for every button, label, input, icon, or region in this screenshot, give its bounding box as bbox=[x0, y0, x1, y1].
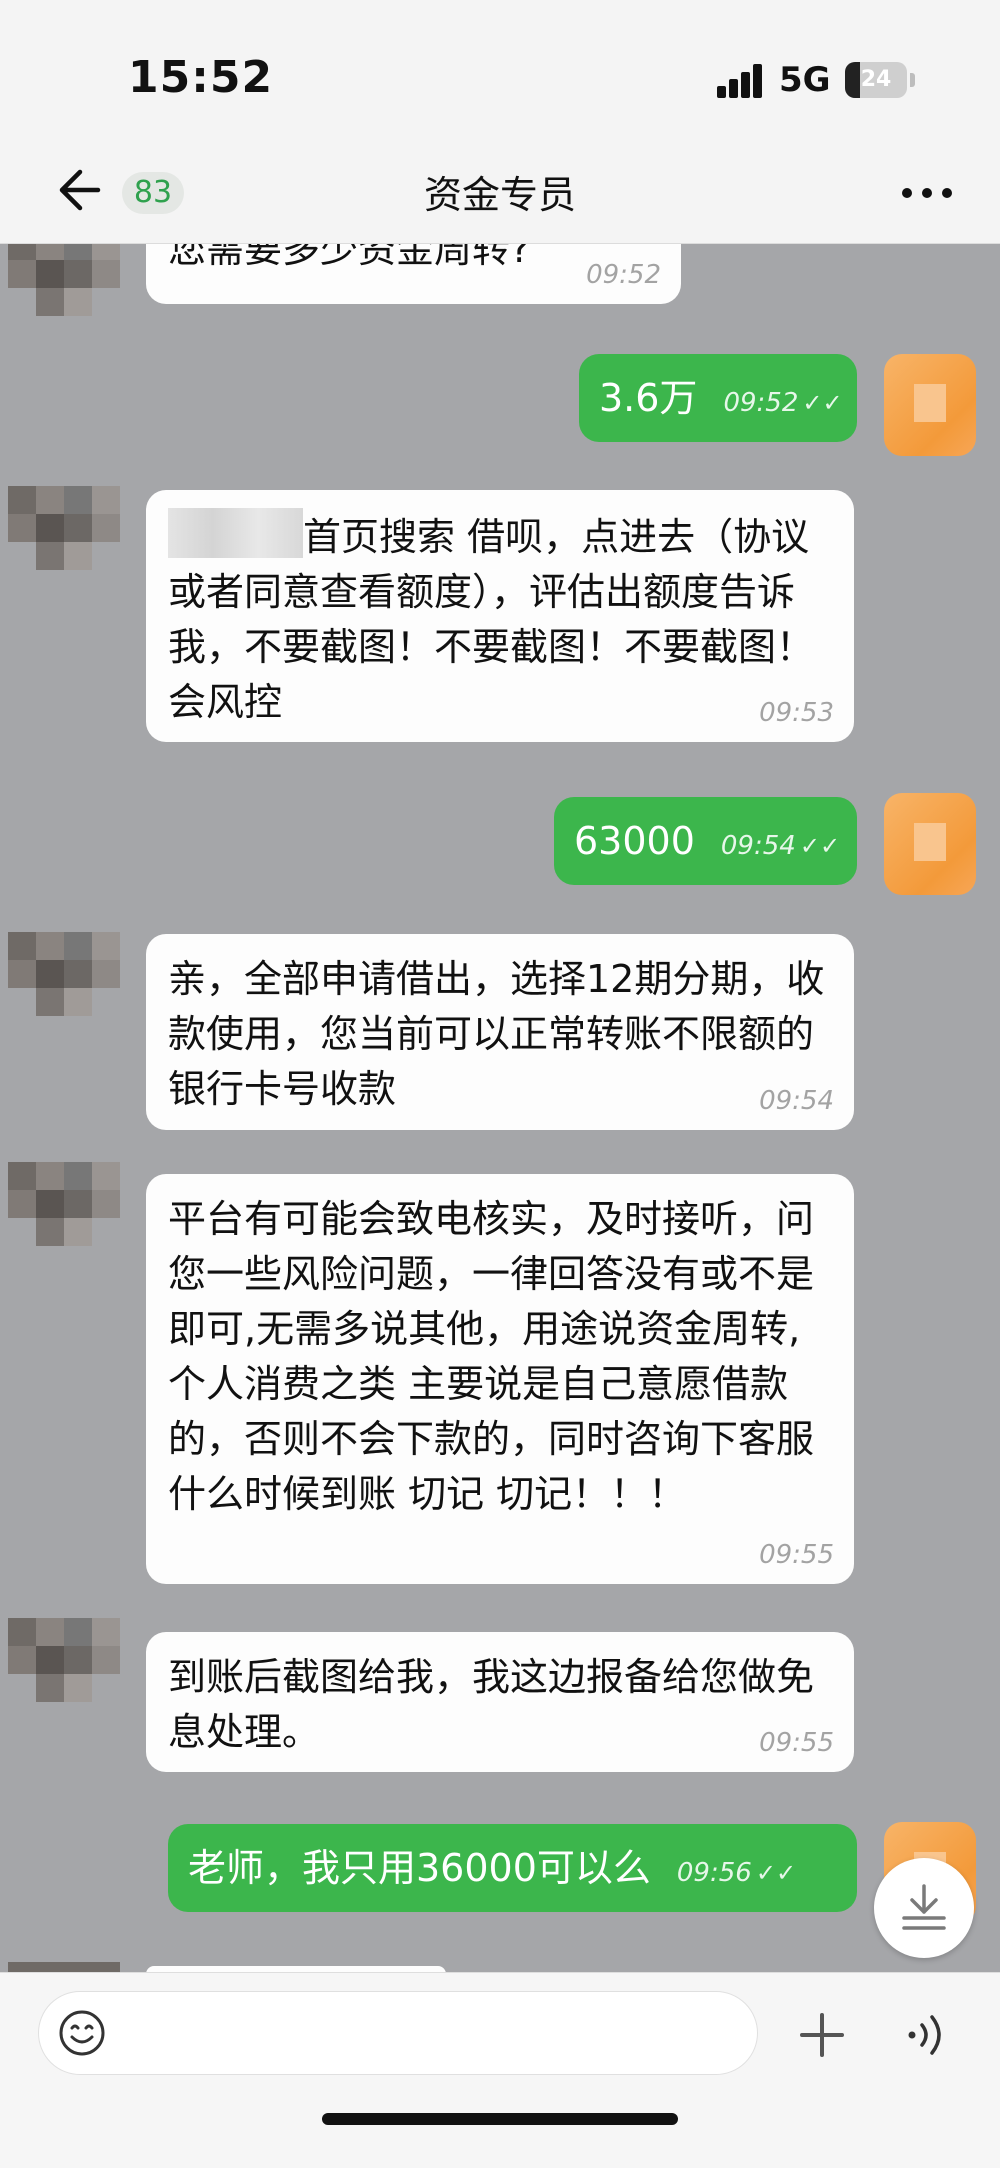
contact-avatar[interactable] bbox=[8, 1162, 120, 1274]
more-icon[interactable] bbox=[900, 164, 956, 220]
message-text: 63000 bbox=[574, 819, 695, 863]
status-bar: 15:52 5G 24 bbox=[0, 0, 1000, 140]
download-arrow-icon bbox=[902, 1884, 946, 1930]
read-check-icon: ✓✓ bbox=[799, 832, 841, 860]
message-text: 到账后截图给我，我这边报备给您做免息处理。 bbox=[168, 1655, 815, 1754]
message-bubble-outgoing[interactable]: 3.6万 09:52 ✓✓ bbox=[579, 354, 857, 442]
self-avatar[interactable] bbox=[884, 354, 976, 456]
message-bubble-incoming[interactable]: 平台有可能会致电核实，及时接听，问您一些风险问题，一律回答没有或不是即可,无需多… bbox=[146, 1174, 854, 1584]
message-time: 09:54 bbox=[759, 1086, 834, 1116]
plus-icon[interactable] bbox=[796, 2009, 848, 2061]
status-time: 15:52 bbox=[128, 52, 274, 103]
home-indicator bbox=[322, 2113, 678, 2125]
message-bubble-incoming[interactable]: 到账后截图给我，我这边报备给您做免息处理。 09:55 bbox=[146, 1632, 854, 1772]
battery-cap bbox=[910, 73, 915, 87]
message-time: 09:52 bbox=[723, 388, 799, 418]
message-time: 09:53 bbox=[759, 698, 834, 728]
message-text: 您需要多少资金周转? bbox=[168, 244, 531, 271]
emoji-icon[interactable] bbox=[57, 2008, 107, 2058]
message-text: 平台有可能会致电核实，及时接听，问您一些风险问题，一律回答没有或不是即可,无需多… bbox=[168, 1197, 815, 1516]
message-text: 3.6万 bbox=[599, 376, 698, 420]
message-time: 09:54 bbox=[720, 831, 796, 861]
voice-icon[interactable] bbox=[902, 2009, 950, 2061]
read-check-icon: ✓✓ bbox=[802, 389, 843, 417]
battery-icon: 24 bbox=[845, 62, 907, 98]
message-time: 09:56 bbox=[676, 1858, 752, 1888]
battery-level: 24 bbox=[860, 67, 892, 92]
self-avatar[interactable] bbox=[884, 793, 976, 895]
contact-avatar[interactable] bbox=[8, 932, 120, 1044]
chat-title: 资金专员 bbox=[423, 173, 576, 217]
redacted-text bbox=[168, 508, 303, 558]
message-time: 09:55 bbox=[759, 1728, 834, 1758]
message-time: 09:55 bbox=[759, 1540, 834, 1570]
message-text: 老师，我只用36000可以么 bbox=[188, 1846, 651, 1890]
message-bubble-incoming[interactable]: 亲，全部申请借出，选择12期分期，收款使用，您当前可以正常转账不限额的银行卡号收… bbox=[146, 934, 854, 1130]
message-bubble-incoming[interactable]: 首页搜索 借呗，点进去（协议或者同意查看额度），评估出额度告诉我，不要截图！不要… bbox=[146, 490, 854, 742]
contact-avatar[interactable] bbox=[8, 486, 120, 598]
contact-avatar-partial bbox=[8, 1962, 120, 1972]
message-bubble-outgoing[interactable]: 老师，我只用36000可以么 09:56 ✓✓ bbox=[168, 1824, 857, 1912]
signal-icon bbox=[717, 64, 765, 98]
network-type: 5G bbox=[779, 60, 831, 100]
message-list[interactable]: 您需要多少资金周转? 09:52 3.6万 09:52 ✓✓ 首页搜索 借呗，点进去… bbox=[0, 244, 1000, 1972]
composer-bar bbox=[0, 1972, 1000, 2168]
message-bubble-incoming[interactable]: 您需要多少资金周转? 09:52 bbox=[146, 244, 681, 304]
chat-header: 83 资金专员 bbox=[0, 140, 1000, 244]
contact-avatar[interactable] bbox=[8, 244, 120, 344]
message-input[interactable] bbox=[38, 1991, 758, 2075]
message-time: 09:52 bbox=[586, 260, 661, 290]
scroll-to-bottom-button[interactable] bbox=[874, 1858, 974, 1958]
read-check-icon: ✓✓ bbox=[755, 1859, 797, 1887]
message-text: 亲，全部申请借出，选择12期分期，收款使用，您当前可以正常转账不限额的银行卡号收… bbox=[168, 957, 825, 1111]
message-bubble-outgoing[interactable]: 63000 09:54 ✓✓ bbox=[554, 797, 857, 885]
contact-avatar[interactable] bbox=[8, 1618, 120, 1730]
